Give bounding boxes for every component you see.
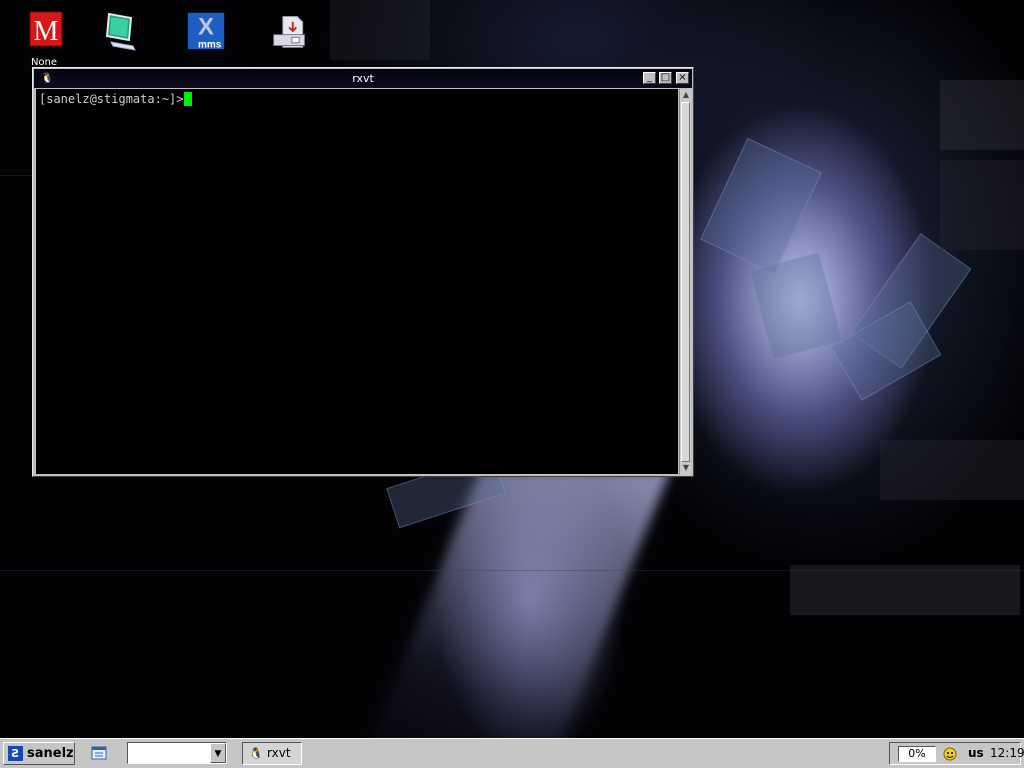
- mixer-icon[interactable]: [942, 746, 958, 762]
- terminal-prompt: [sanelz@stigmata:~]>: [39, 92, 184, 106]
- close-button[interactable]: ×: [676, 72, 689, 84]
- monitor-icon: [105, 12, 136, 51]
- system-tray: 0% us 12:19: [889, 742, 1024, 765]
- desktop-icon-computer[interactable]: [93, 10, 149, 72]
- terminal-area[interactable]: [sanelz@stigmata:~]>: [36, 89, 678, 474]
- run-command-combo[interactable]: ▼: [127, 742, 227, 764]
- clock[interactable]: 12:19: [990, 743, 1024, 764]
- desktop-icon-none[interactable]: M None: [16, 10, 72, 72]
- maximize-button[interactable]: □: [659, 72, 672, 84]
- install-disk-icon: [273, 16, 305, 48]
- wallpaper-shard: [700, 137, 822, 275]
- scroll-down-arrow-icon[interactable]: ▼: [681, 463, 691, 473]
- window-title: rxvt: [352, 72, 374, 85]
- rxvt-window[interactable]: 🐧 rxvt _ □ × [sanelz@stigmata:~]> ▲ ▼: [32, 67, 694, 477]
- tux-icon: 🐧: [249, 747, 263, 760]
- chevron-down-icon[interactable]: ▼: [210, 743, 226, 763]
- scroll-up-arrow-icon[interactable]: ▲: [681, 90, 691, 100]
- task-button-label: rxvt: [267, 746, 291, 760]
- wallpaper-line: [330, 0, 430, 60]
- cpu-value: 0%: [908, 747, 926, 760]
- desktop-icon-xmms[interactable]: X mms: [178, 10, 234, 72]
- terminal-cursor: [183, 92, 192, 106]
- desktop-icon-install[interactable]: [262, 10, 318, 72]
- window-titlebar[interactable]: 🐧 rxvt _ □ ×: [34, 69, 692, 88]
- wallpaper-line: [940, 80, 1024, 150]
- wallpaper-line: [880, 440, 1024, 500]
- task-button-rxvt[interactable]: 🐧 rxvt: [242, 742, 302, 765]
- xmms-icon-text: mms: [198, 39, 222, 50]
- m-logo-icon: M: [29, 11, 63, 47]
- minimize-button[interactable]: _: [643, 72, 656, 84]
- svg-text:M: M: [34, 16, 59, 47]
- taskbar: Ƨ sanelz ▼ 🐧 rxvt 0% us 12:19: [0, 738, 1024, 768]
- wallpaper-line: [790, 565, 1020, 615]
- svg-text:X: X: [198, 15, 214, 41]
- terminal-scrollbar[interactable]: ▲ ▼: [679, 89, 691, 475]
- wallpaper-line: [940, 160, 1024, 250]
- cpu-monitor[interactable]: 0%: [898, 746, 936, 762]
- start-button[interactable]: Ƨ sanelz: [3, 742, 75, 765]
- wallpaper-line: [0, 175, 32, 176]
- xmms-icon: X mms: [187, 12, 225, 50]
- keyboard-layout-indicator[interactable]: us: [968, 743, 984, 764]
- start-logo-icon: Ƨ: [8, 746, 23, 761]
- start-button-label: sanelz: [27, 746, 74, 761]
- scrollbar-thumb[interactable]: [681, 102, 690, 462]
- wallpaper-shard: [749, 252, 843, 360]
- show-desktop-icon[interactable]: [90, 744, 108, 762]
